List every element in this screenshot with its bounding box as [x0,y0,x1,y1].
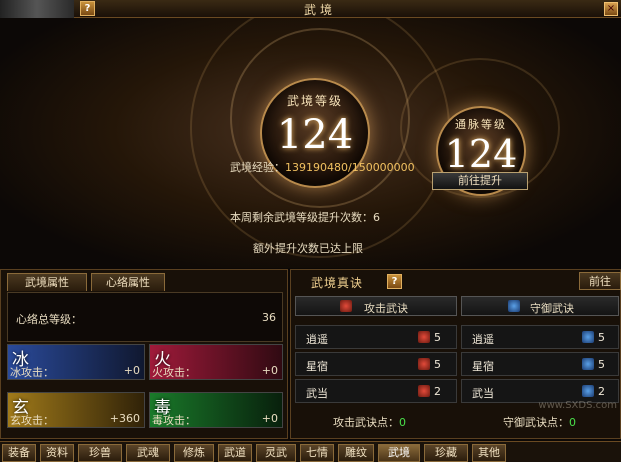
hero-area: 武境等级 124 通脉等级 124 武境经验：139190480/1500000… [0,18,621,268]
fire-attack-value: +0 [261,364,278,377]
meridian-total-box: 心络总等级： 36 [7,292,283,342]
defense-art-header: 守御武诀 [461,296,619,316]
mystic-attack-value: +360 [109,412,140,425]
attack-row-name: 星宿 [306,360,328,373]
meridian-value: 124 [444,132,518,176]
defense-row-name: 武当 [472,387,494,400]
defense-icon [508,300,520,312]
poison-attack-label: 毒攻击： [152,414,196,427]
defense-row[interactable]: 星宿 5 [461,352,619,376]
title-bar-decoration [0,0,74,18]
exp-value: 139190480/150000000 [285,161,415,174]
attribute-panel: 武境属性 心络属性 心络总等级： 36 冰 冰攻击： +0 火 火攻击： +0 玄 … [0,269,288,439]
attack-points-value: 0 [399,416,406,429]
exp-readout: 武境经验：139190480/150000000 [230,159,415,175]
mystic-attack: 玄 玄攻击： +360 [7,392,145,428]
ice-attack-label: 冰攻击： [10,366,54,379]
tab-spirit-weapon[interactable]: 灵武 [256,444,296,462]
level-value: 124 [276,112,354,158]
defense-row-value: 5 [598,331,605,344]
close-button[interactable]: × [604,2,618,16]
attack-row-value: 2 [434,385,441,398]
extra-upgrade-text: 额外提升次数已达上限 [253,242,363,255]
true-art-title: 武境真诀 [311,276,364,290]
attack-row[interactable]: 逍遥 5 [295,325,457,349]
poison-attack-value: +0 [261,412,278,425]
tab-profile[interactable]: 资料 [40,444,74,462]
attack-row[interactable]: 星宿 5 [295,352,457,376]
defense-icon [582,358,594,370]
go-button[interactable]: 前往 [579,272,621,290]
tab-meridian-attributes[interactable]: 心络属性 [91,273,165,291]
tab-soul[interactable]: 武魂 [126,444,170,462]
poison-attack: 毒 毒攻击： +0 [149,392,283,428]
ice-attack: 冰 冰攻击： +0 [7,344,145,380]
attack-art-header: 攻击武诀 [295,296,457,316]
attack-icon [418,358,430,370]
window-title: 武境 [303,3,336,17]
attack-icon [418,331,430,343]
tab-equipment[interactable]: 装备 [2,444,36,462]
defense-icon [582,385,594,397]
tab-cultivation[interactable]: 修炼 [174,444,214,462]
tab-pets[interactable]: 珍兽 [78,444,122,462]
tab-wujing[interactable]: 武境 [378,444,420,462]
go-upgrade-button[interactable]: 前往提升 [432,172,528,190]
attack-row-name: 武当 [306,387,328,400]
tab-wujing-attributes[interactable]: 武境属性 [7,273,87,291]
tab-collection[interactable]: 珍藏 [424,444,468,462]
tab-engraving[interactable]: 雕纹 [338,444,374,462]
fire-attack: 火 火攻击： +0 [149,344,283,380]
meridian-total-label: 心络总等级： [16,313,82,326]
meridian-label: 通脉等级 [455,118,507,131]
mystic-attack-label: 玄攻击： [10,414,54,427]
defense-points: 守御武诀点：0 [503,414,576,430]
attack-icon [418,385,430,397]
defense-row-name: 逍遥 [472,333,494,346]
true-art-panel: 武境真诀 ? 前往 攻击武诀 逍遥 5 星宿 5 武当 2 攻击武诀点：0 守御… [290,269,621,439]
tab-other[interactable]: 其他 [472,444,506,462]
watermark: www.SXDS.com [538,400,617,411]
defense-row-value: 5 [598,358,605,371]
defense-row-name: 星宿 [472,360,494,373]
exp-label: 武境经验： [230,161,285,174]
title-bar: ? 武境 × [0,0,621,18]
bottom-tab-bar: 装备 资料 珍兽 武魂 修炼 武道 灵武 七情 雕纹 武境 珍藏 其他 [0,441,621,462]
attack-points-label: 攻击武诀点： [333,416,399,429]
attack-row-name: 逍遥 [306,333,328,346]
attack-row-value: 5 [434,331,441,344]
weekly-upgrade-text: 本周剩余武境等级提升次数：6 [230,211,380,224]
defense-points-label: 守御武诀点： [503,416,569,429]
attack-points: 攻击武诀点：0 [333,414,406,430]
tab-emotions[interactable]: 七情 [300,444,334,462]
help-icon[interactable]: ? [80,1,95,16]
defense-art-title: 守御武诀 [530,302,574,315]
ice-attack-value: +0 [123,364,140,377]
attack-art-title: 攻击武诀 [364,302,408,315]
defense-points-value: 0 [569,416,576,429]
level-label: 武境等级 [286,94,343,108]
defense-icon [582,331,594,343]
defense-row-value: 2 [598,385,605,398]
help-icon[interactable]: ? [387,274,402,289]
meridian-total-value: 36 [262,311,276,324]
fire-attack-label: 火攻击： [152,366,196,379]
attack-icon [340,300,352,312]
tab-martial-way[interactable]: 武道 [218,444,252,462]
defense-row[interactable]: 逍遥 5 [461,325,619,349]
attack-row-value: 5 [434,358,441,371]
attack-row[interactable]: 武当 2 [295,379,457,403]
